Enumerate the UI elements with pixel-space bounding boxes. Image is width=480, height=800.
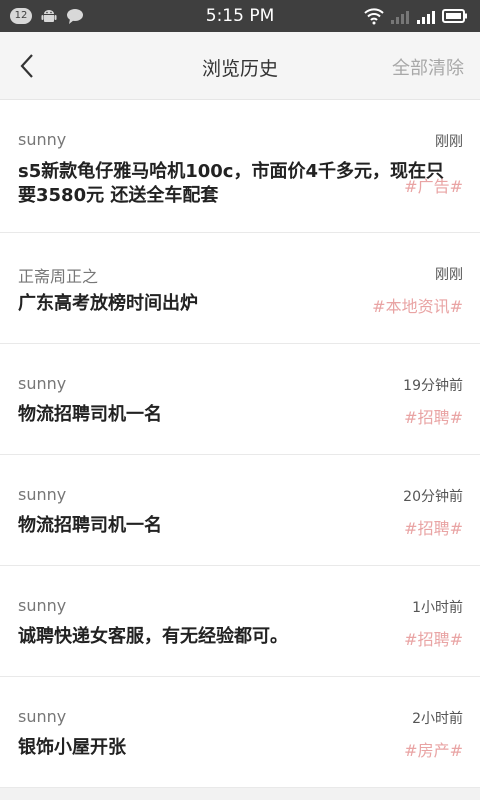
list-item[interactable]: sunny 刚刚 s5新款龟仔雅马哈机100c，市面价4千多元，现在只 要358… [0, 100, 480, 233]
item-title: s5新款龟仔雅马哈机100c，市面价4千多元，现在只 要3580元 还送全车配套 [18, 160, 458, 208]
list-item[interactable]: sunny 19分钟前 物流招聘司机一名 #招聘# [0, 344, 480, 455]
item-time: 1小时前 [412, 600, 463, 616]
item-time: 刚刚 [435, 134, 463, 150]
item-title-line: s5新款龟仔雅马哈机100c，市面价4千多元，现在只 [18, 161, 445, 182]
list-item[interactable]: 正斋周正之 刚刚 广东高考放榜时间出炉 #本地资讯# [0, 233, 480, 344]
item-tag: #招聘# [404, 630, 463, 649]
item-tag: #广告# [404, 177, 463, 196]
list-item[interactable]: sunny 20分钟前 物流招聘司机一名 #招聘# [0, 455, 480, 566]
item-author: 正斋周正之 [18, 267, 99, 286]
status-right [364, 7, 468, 25]
item-tag: #招聘# [404, 519, 463, 538]
item-time: 2小时前 [412, 711, 463, 727]
history-list: sunny 刚刚 s5新款龟仔雅马哈机100c，市面价4千多元，现在只 要358… [0, 100, 480, 788]
item-title: 诚聘快递女客服，有无经验都可。 [18, 626, 288, 647]
status-bar: 12 5:15 PM [0, 0, 480, 32]
signal-weak-icon [390, 7, 409, 25]
item-time: 20分钟前 [403, 489, 463, 505]
signal-icon [416, 7, 435, 25]
item-tag: #房产# [404, 741, 463, 760]
item-author: sunny [18, 130, 67, 149]
battery-icon [442, 7, 468, 25]
list-item[interactable]: sunny 1小时前 诚聘快递女客服，有无经验都可。 #招聘# [0, 566, 480, 677]
clear-all-button[interactable]: 全部清除 [392, 54, 464, 80]
item-time: 刚刚 [435, 267, 463, 283]
item-tag: #招聘# [404, 408, 463, 427]
item-author: sunny [18, 374, 67, 393]
item-title: 物流招聘司机一名 [18, 515, 162, 536]
item-time: 19分钟前 [403, 378, 463, 394]
item-author: sunny [18, 485, 67, 504]
list-item[interactable]: sunny 2小时前 银饰小屋开张 #房产# [0, 677, 480, 788]
item-author: sunny [18, 596, 67, 615]
item-title-line: 要3580元 还送全车配套 [18, 185, 219, 206]
item-tag: #本地资讯# [372, 297, 463, 316]
item-author: sunny [18, 707, 67, 726]
app-header: 浏览历史 全部清除 [0, 32, 480, 100]
wifi-icon [364, 7, 384, 25]
item-title: 物流招聘司机一名 [18, 404, 162, 425]
item-title: 银饰小屋开张 [18, 737, 126, 758]
